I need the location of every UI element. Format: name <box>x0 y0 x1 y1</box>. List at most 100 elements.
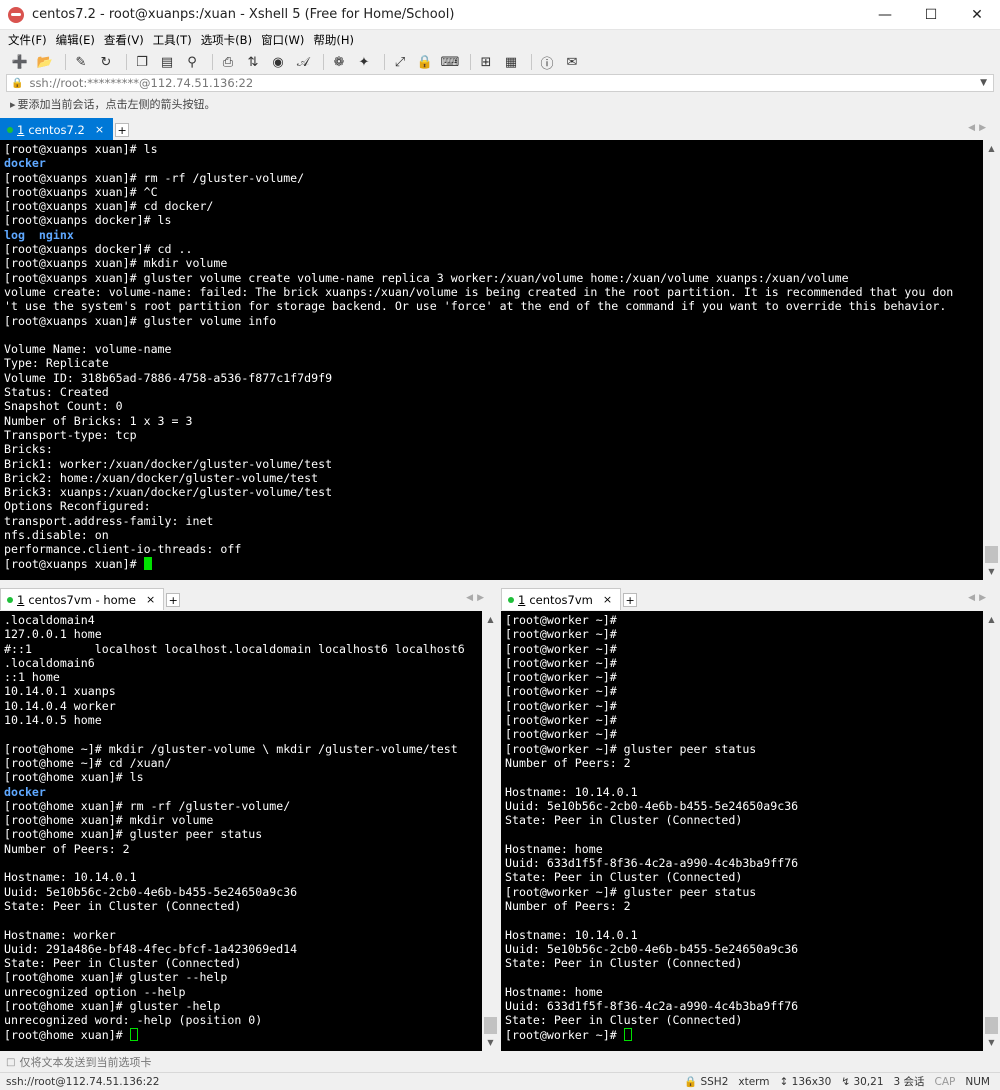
scroll-down-arrow-icon[interactable]: ▼ <box>482 1034 499 1051</box>
terminal-line: Number of Peers: 2 <box>4 841 130 856</box>
terminal-line: Hostname: worker <box>4 927 116 942</box>
hint-text: 要添加当前会话，点击左侧的箭头按钮。 <box>17 98 216 111</box>
scroll-thumb[interactable] <box>985 1017 998 1034</box>
scroll-down-arrow-icon[interactable]: ▼ <box>983 563 1000 580</box>
terminal-line: Hostname: home <box>505 984 603 999</box>
lock-icon[interactable]: 🔒 <box>415 52 435 72</box>
terminal-top-scrollbar[interactable]: ▲ ▼ <box>983 140 1000 580</box>
terminal-line: .localdomain6 <box>4 655 95 670</box>
terminal-line: [root@home xuan]# gluster -help <box>4 999 221 1014</box>
scroll-up-arrow-icon[interactable]: ▲ <box>983 140 1000 157</box>
transfer-icon[interactable]: ⇅ <box>243 52 263 72</box>
address-input[interactable]: ssh://root:*********@112.74.51.136:22 <box>29 76 980 90</box>
terminal-line: State: Peer in Cluster (Connected) <box>505 813 743 828</box>
paste-icon[interactable]: ▤ <box>157 52 177 72</box>
terminal-line: [root@home xuan]# ls <box>4 770 144 785</box>
terminal-line: [root@worker ~]# <box>505 627 617 642</box>
title-bar: centos7.2 - root@xuanps:/xuan - Xshell 5… <box>0 0 1000 30</box>
terminal-top[interactable]: [root@xuanps xuan]# ls docker [root@xuan… <box>0 140 983 580</box>
terminal-bottom-left-scrollbar[interactable]: ▲ ▼ <box>482 611 499 1051</box>
scroll-thumb[interactable] <box>484 1017 497 1034</box>
window-title: centos7.2 - root@xuanps:/xuan - Xshell 5… <box>32 7 455 22</box>
terminal-line: [root@xuanps docker]# ls <box>4 213 172 228</box>
menu-edit[interactable]: 编辑(E) <box>56 32 95 48</box>
add-tab-button[interactable]: + <box>623 593 638 607</box>
tab-strip-bottom-right: 1 centos7vm × + ◀▶ <box>501 588 1000 610</box>
toolbar-divider <box>212 54 213 70</box>
help-icon[interactable]: ⓘ <box>537 52 557 72</box>
new-tab-icon[interactable]: ⊞ <box>476 52 496 72</box>
add-tab-button[interactable]: + <box>115 123 130 137</box>
tab-centos7vm[interactable]: 1 centos7vm × <box>501 588 622 610</box>
terminal-bottom-right-scrollbar[interactable]: ▲ ▼ <box>983 611 1000 1051</box>
menu-help[interactable]: 帮助(H) <box>313 32 354 48</box>
tab-nav-arrows[interactable]: ◀▶ <box>968 123 990 133</box>
keyboard-icon[interactable]: ⌨ <box>440 52 460 72</box>
font-icon[interactable]: 𝒜 <box>293 52 313 72</box>
tab-nav-arrows[interactable]: ◀▶ <box>466 593 488 603</box>
scroll-up-arrow-icon[interactable]: ▲ <box>482 611 499 628</box>
scroll-down-arrow-icon[interactable]: ▼ <box>983 1034 1000 1051</box>
xftp-icon[interactable]: ❁ <box>329 52 349 72</box>
terminal-bottom-left[interactable]: .localdomain4 127.0.0.1 home #::1 localh… <box>0 611 482 1051</box>
terminal-line: Uuid: 633d1f5f-8f36-4c2a-a990-4c4b3ba9ff… <box>505 856 799 871</box>
lock-icon: 🔒 <box>11 77 24 89</box>
tab-close-icon[interactable]: × <box>603 593 612 606</box>
maximize-button[interactable]: ☐ <box>908 0 954 30</box>
scroll-up-arrow-icon[interactable]: ▲ <box>983 611 1000 628</box>
menu-view[interactable]: 查看(V) <box>104 32 144 48</box>
status-bar: ssh://root@112.74.51.136:22 🔒 SSH2 xterm… <box>0 1072 1000 1090</box>
terminal-line: [root@xuanps xuan]# <box>4 556 144 571</box>
scroll-thumb[interactable] <box>985 546 998 563</box>
terminal-line: State: Peer in Cluster (Connected) <box>505 1013 743 1028</box>
terminal-line: Hostname: 10.14.0.1 <box>505 927 638 942</box>
compose-bar[interactable]: □ 仅将文本发送到当前选项卡 <box>0 1053 1000 1071</box>
fullscreen-icon[interactable]: ⤢ <box>390 52 410 72</box>
close-button[interactable]: ✕ <box>954 0 1000 30</box>
text-cursor <box>129 1027 138 1041</box>
minimize-button[interactable]: — <box>862 0 908 30</box>
dropdown-arrow-icon[interactable]: ▼ <box>980 78 987 88</box>
menu-window[interactable]: 窗口(W) <box>261 32 304 48</box>
reconnect-icon[interactable]: ↻ <box>96 52 116 72</box>
terminal-line: [root@home ~]# cd /xuan/ <box>4 755 172 770</box>
layout-icon[interactable]: ▦ <box>501 52 521 72</box>
terminal-line: [root@xuanps xuan]# gluster volume creat… <box>4 270 849 285</box>
address-bar[interactable]: 🔒 ssh://root:*********@112.74.51.136:22 … <box>6 74 994 92</box>
terminal-line: Brick1: worker:/xuan/docker/gluster-volu… <box>4 456 333 471</box>
terminal-line: [root@worker ~]# gluster peer status <box>505 741 757 756</box>
find-icon[interactable]: ⚲ <box>182 52 202 72</box>
globe-icon[interactable]: ◉ <box>268 52 288 72</box>
terminal-bottom-right[interactable]: [root@worker ~]# [root@worker ~]# [root@… <box>501 611 983 1051</box>
terminal-line: [root@home xuan]# gluster peer status <box>4 827 263 842</box>
add-session-arrow-icon[interactable]: ▸ <box>10 98 16 111</box>
xmanager-icon[interactable]: ✦ <box>354 52 374 72</box>
menu-tabs[interactable]: 选项卡(B) <box>201 32 252 48</box>
tab-close-icon[interactable]: × <box>146 593 155 606</box>
open-folder-icon[interactable]: 📂 <box>35 52 55 72</box>
send-target-icon[interactable]: □ <box>6 1057 15 1068</box>
menu-tools[interactable]: 工具(T) <box>153 32 192 48</box>
tab-centos7vm-home[interactable]: 1 centos7vm - home × <box>0 588 165 610</box>
status-connection: ssh://root@112.74.51.136:22 <box>6 1075 160 1088</box>
copy-icon[interactable]: ❐ <box>132 52 152 72</box>
terminal-line: ::1 home <box>4 670 60 685</box>
status-cursor-pos: ↯ 30,21 <box>841 1075 884 1088</box>
xshell-logo-icon <box>8 6 24 23</box>
new-session-icon[interactable]: ➕ <box>10 52 30 72</box>
tab-centos7-2[interactable]: 1 centos7.2 × <box>0 118 114 140</box>
tab-nav-arrows[interactable]: ◀▶ <box>968 593 990 603</box>
properties-icon[interactable]: ✎ <box>71 52 91 72</box>
print-icon[interactable]: ⎙ <box>218 52 238 72</box>
terminal-line: [root@xuanps xuan]# rm -rf /gluster-volu… <box>4 170 305 185</box>
chat-icon[interactable]: ✉ <box>562 52 582 72</box>
terminal-line: 10.14.0.1 xuanps <box>4 684 116 699</box>
terminal-line: [root@home xuan]# <box>4 1027 130 1042</box>
terminal-line: [root@worker ~]# <box>505 698 617 713</box>
terminal-line: Uuid: 291a486e-bf48-4fec-bfcf-1a423069ed… <box>4 941 298 956</box>
menu-file[interactable]: 文件(F) <box>8 32 47 48</box>
terminal-line: Snapshot Count: 0 <box>4 399 123 414</box>
add-tab-button[interactable]: + <box>166 593 181 607</box>
terminal-line: unrecognized option --help <box>4 984 186 999</box>
tab-close-icon[interactable]: × <box>95 123 104 136</box>
